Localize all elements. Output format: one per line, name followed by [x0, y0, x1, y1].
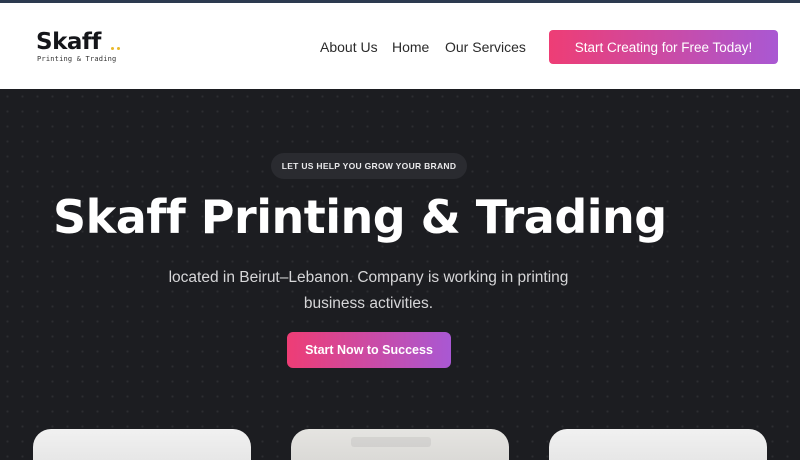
- nav-our-services[interactable]: Our Services: [445, 38, 526, 56]
- logo-subtitle: Printing & Trading: [37, 55, 117, 63]
- site-header: Skaff Printing & Trading About Us Home O…: [0, 3, 800, 89]
- start-creating-button[interactable]: Start Creating for Free Today!: [549, 30, 778, 64]
- card-image: [351, 437, 431, 447]
- logo-wordmark: Skaff: [36, 29, 101, 55]
- hero-description: located in Beirut–Lebanon. Company is wo…: [168, 269, 569, 312]
- nav-about-us[interactable]: About Us: [320, 38, 378, 56]
- brand-logo[interactable]: Skaff Printing & Trading: [36, 29, 126, 69]
- start-now-button[interactable]: Start Now to Success: [287, 332, 451, 368]
- hero-title: Skaff Printing & Trading: [53, 190, 667, 244]
- service-card[interactable]: [33, 429, 251, 460]
- logo-accent-dots: [111, 47, 125, 51]
- service-card[interactable]: [291, 429, 509, 460]
- service-card[interactable]: [549, 429, 767, 460]
- hero-section: LET US HELP YOU GROW YOUR BRAND Skaff Pr…: [0, 89, 800, 460]
- nav-home[interactable]: Home: [392, 38, 429, 56]
- hero-tagline-badge: LET US HELP YOU GROW YOUR BRAND: [271, 153, 467, 179]
